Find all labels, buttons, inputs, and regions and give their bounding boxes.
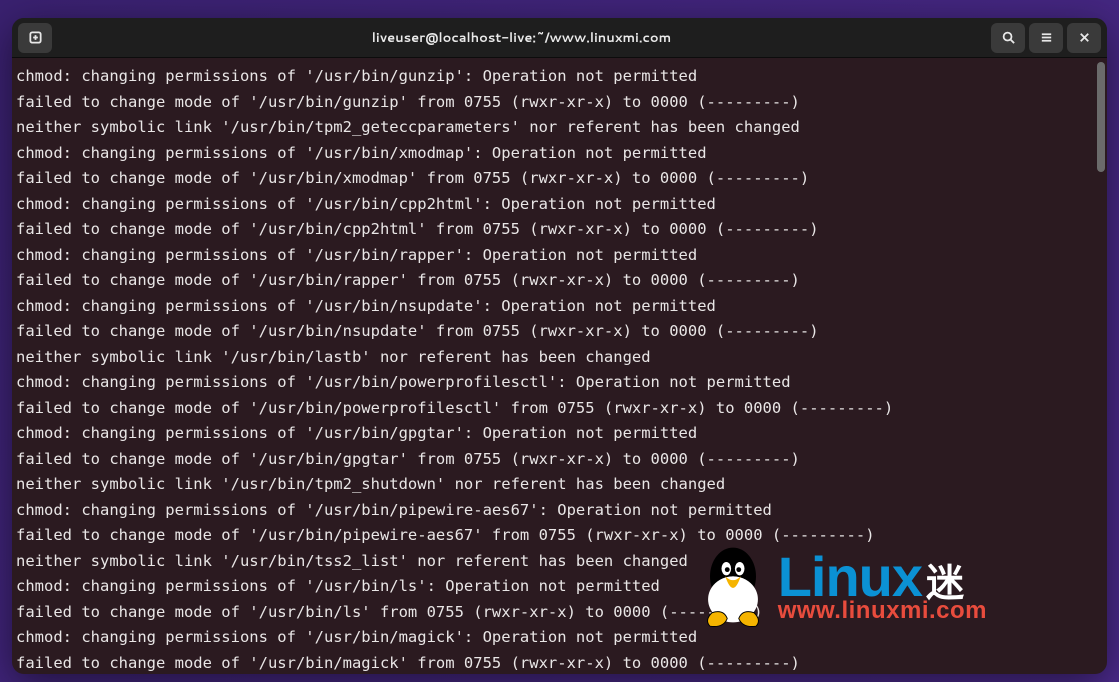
plus-icon [28,30,43,45]
hamburger-icon [1039,30,1054,45]
menu-button[interactable] [1029,23,1063,53]
close-button[interactable] [1067,23,1101,53]
search-icon [1001,30,1016,45]
new-tab-button[interactable] [18,23,52,53]
window-title: liveuser@localhost-live:~/www.linuxmi.co… [52,29,991,47]
search-button[interactable] [991,23,1025,53]
close-icon [1077,30,1092,45]
terminal-area[interactable]: chmod: changing permissions of '/usr/bin… [12,58,1107,674]
terminal-window: liveuser@localhost-live:~/www.linuxmi.co… [12,18,1107,674]
titlebar: liveuser@localhost-live:~/www.linuxmi.co… [12,18,1107,58]
scrollbar-thumb[interactable] [1097,62,1105,172]
terminal-output: chmod: changing permissions of '/usr/bin… [12,58,1095,674]
